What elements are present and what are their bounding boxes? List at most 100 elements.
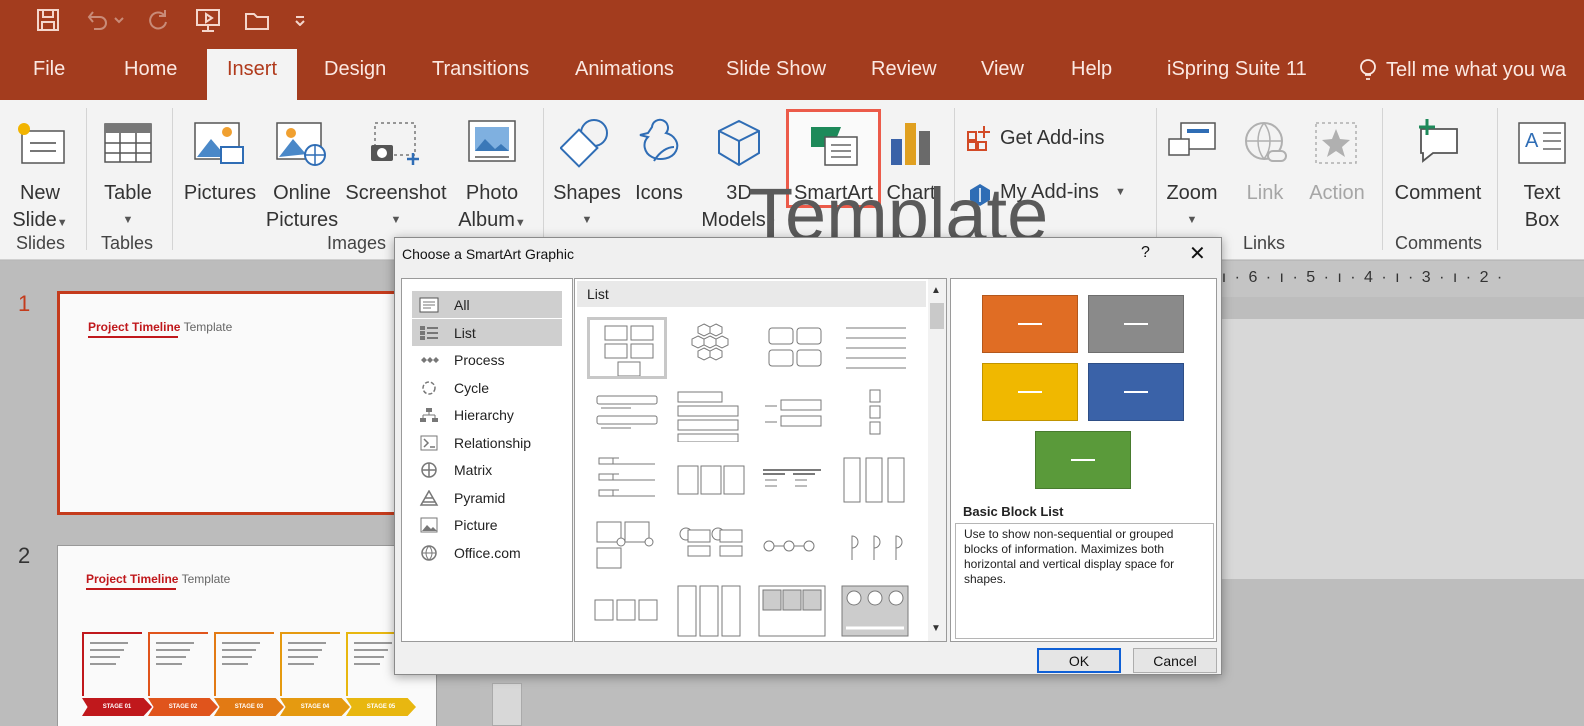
tab-slide-show[interactable]: Slide Show [726, 58, 826, 81]
layout-thumbnail[interactable] [587, 449, 667, 511]
save-icon[interactable] [33, 6, 63, 34]
layout-basic-block-list[interactable] [587, 317, 667, 379]
tell-me-search[interactable]: Tell me what you wa [1358, 58, 1566, 82]
table-button[interactable]: Table ▼ [98, 106, 158, 234]
title-underline [88, 336, 178, 338]
online-pictures-button[interactable]: Online Pictures [264, 106, 340, 234]
ribbon-tabs: File Home Insert Design Transitions Anim… [0, 40, 1584, 100]
category-hierarchy[interactable]: Hierarchy [412, 401, 562, 428]
chart-icon [891, 123, 930, 165]
stage-chevron: STAGE 04 [280, 698, 350, 716]
layout-thumbnail[interactable] [587, 581, 667, 641]
group-label-tables: Tables [101, 233, 154, 253]
category-pyramid[interactable]: Pyramid [412, 484, 562, 511]
photo-album-button[interactable]: Photo Album▼ [452, 106, 532, 237]
layout-thumbnail[interactable] [670, 383, 750, 445]
get-addins-button[interactable]: Get Add-ins [966, 124, 1105, 152]
category-picture[interactable]: Picture [412, 511, 562, 538]
undo-icon[interactable] [82, 6, 112, 34]
placeholder-line [288, 642, 326, 644]
layout-icon [596, 521, 654, 569]
category-office-com[interactable]: Office.com [412, 539, 562, 566]
tab-home[interactable]: Home [124, 58, 177, 81]
action-star-icon [1315, 122, 1357, 164]
layout-thumbnail[interactable] [670, 581, 750, 641]
layout-icon [677, 465, 745, 495]
table-icon [104, 123, 152, 163]
layout-thumbnail[interactable] [836, 449, 916, 511]
category-list-item[interactable]: List [412, 319, 562, 346]
cancel-button[interactable]: Cancel [1133, 648, 1217, 673]
layout-thumbnail[interactable] [836, 515, 916, 577]
scroll-up-icon[interactable]: ▲ [931, 285, 941, 296]
layout-thumbnail[interactable] [670, 515, 750, 577]
preview-panel: Basic Block List Use to show non-sequent… [950, 278, 1217, 642]
screenshot-button[interactable]: Screenshot ▼ [344, 106, 448, 234]
layout-thumbnail[interactable] [836, 317, 916, 379]
comment-button[interactable]: Comment [1390, 106, 1486, 207]
action-button[interactable]: Action [1302, 106, 1372, 207]
tab-review[interactable]: Review [871, 58, 937, 81]
category-matrix[interactable]: Matrix [412, 456, 562, 483]
layout-thumbnail[interactable] [836, 581, 916, 641]
pictures-button[interactable]: Pictures [180, 106, 260, 207]
tab-transitions[interactable]: Transitions [432, 58, 529, 81]
category-all[interactable]: All [412, 291, 562, 318]
shapes-button[interactable]: Shapes ▼ [552, 106, 622, 234]
category-cycle[interactable]: Cycle [412, 374, 562, 401]
zoom-label: Zoom [1166, 182, 1218, 204]
layout-thumbnail[interactable] [753, 317, 833, 379]
get-addins-label: Get Add-ins [1000, 126, 1105, 149]
slide-number: 1 [18, 291, 31, 316]
tab-animations[interactable]: Animations [575, 58, 674, 81]
ok-button[interactable]: OK [1037, 648, 1121, 673]
scroll-thumb[interactable] [930, 303, 944, 329]
icons-icon [639, 118, 679, 162]
slide-thumbnail-1[interactable]: Project Timeline Template [57, 291, 437, 515]
tab-view[interactable]: View [981, 58, 1024, 81]
layout-thumbnail[interactable] [587, 383, 667, 445]
zoom-button[interactable]: Zoom ▼ [1160, 106, 1224, 234]
text-box-button[interactable]: A Text Box [1510, 106, 1574, 234]
group-label-links: Links [1243, 233, 1286, 253]
tab-design[interactable]: Design [324, 58, 386, 81]
link-button[interactable]: Link [1234, 106, 1296, 207]
scroll-down-icon[interactable]: ▼ [931, 623, 941, 634]
comment-icon [1419, 119, 1458, 163]
separator [1382, 108, 1383, 250]
table-label: Table [104, 182, 152, 204]
open-folder-icon[interactable] [242, 6, 272, 34]
redo-icon[interactable] [142, 6, 172, 34]
layout-thumbnail[interactable] [753, 383, 833, 445]
undo-dropdown-icon[interactable] [112, 6, 126, 34]
gallery-scrollbar[interactable]: ▲ ▼ [928, 279, 946, 641]
stage-bracket [82, 632, 142, 696]
tab-ispring[interactable]: iSpring Suite 11 [1167, 58, 1307, 81]
tab-help[interactable]: Help [1071, 58, 1112, 81]
layout-thumbnail[interactable] [753, 449, 833, 511]
layout-icon [679, 527, 743, 557]
link-icon [1245, 122, 1287, 162]
layout-thumbnail[interactable] [670, 449, 750, 511]
close-button[interactable]: ✕ [1189, 241, 1206, 266]
layout-icon [604, 325, 654, 376]
layout-thumbnail[interactable] [670, 317, 750, 379]
category-relationship[interactable]: Relationship [412, 429, 562, 456]
category-list: All List Process Cycle Hierarchy Relatio… [401, 278, 573, 642]
text-box-label-2: Box [1524, 209, 1560, 231]
tab-insert[interactable]: Insert [207, 49, 298, 100]
help-button[interactable]: ? [1141, 244, 1150, 262]
stage-chevron: STAGE 05 [346, 698, 416, 716]
layout-thumbnail[interactable] [587, 515, 667, 577]
layout-thumbnail[interactable] [836, 383, 916, 445]
present-from-start-icon[interactable] [193, 6, 223, 34]
slide-thumbnail-2[interactable]: Project Timeline Template STAGE 01 STAGE … [57, 545, 437, 726]
stage-chevron: STAGE 01 [82, 698, 152, 716]
customize-qat-icon[interactable] [292, 6, 308, 34]
icons-button[interactable]: Icons [628, 106, 690, 207]
new-slide-button[interactable]: New Slide▼ [6, 106, 74, 237]
category-process[interactable]: Process [412, 346, 562, 373]
tab-file[interactable]: File [33, 58, 65, 81]
layout-thumbnail[interactable] [753, 581, 833, 641]
layout-thumbnail[interactable] [753, 515, 833, 577]
